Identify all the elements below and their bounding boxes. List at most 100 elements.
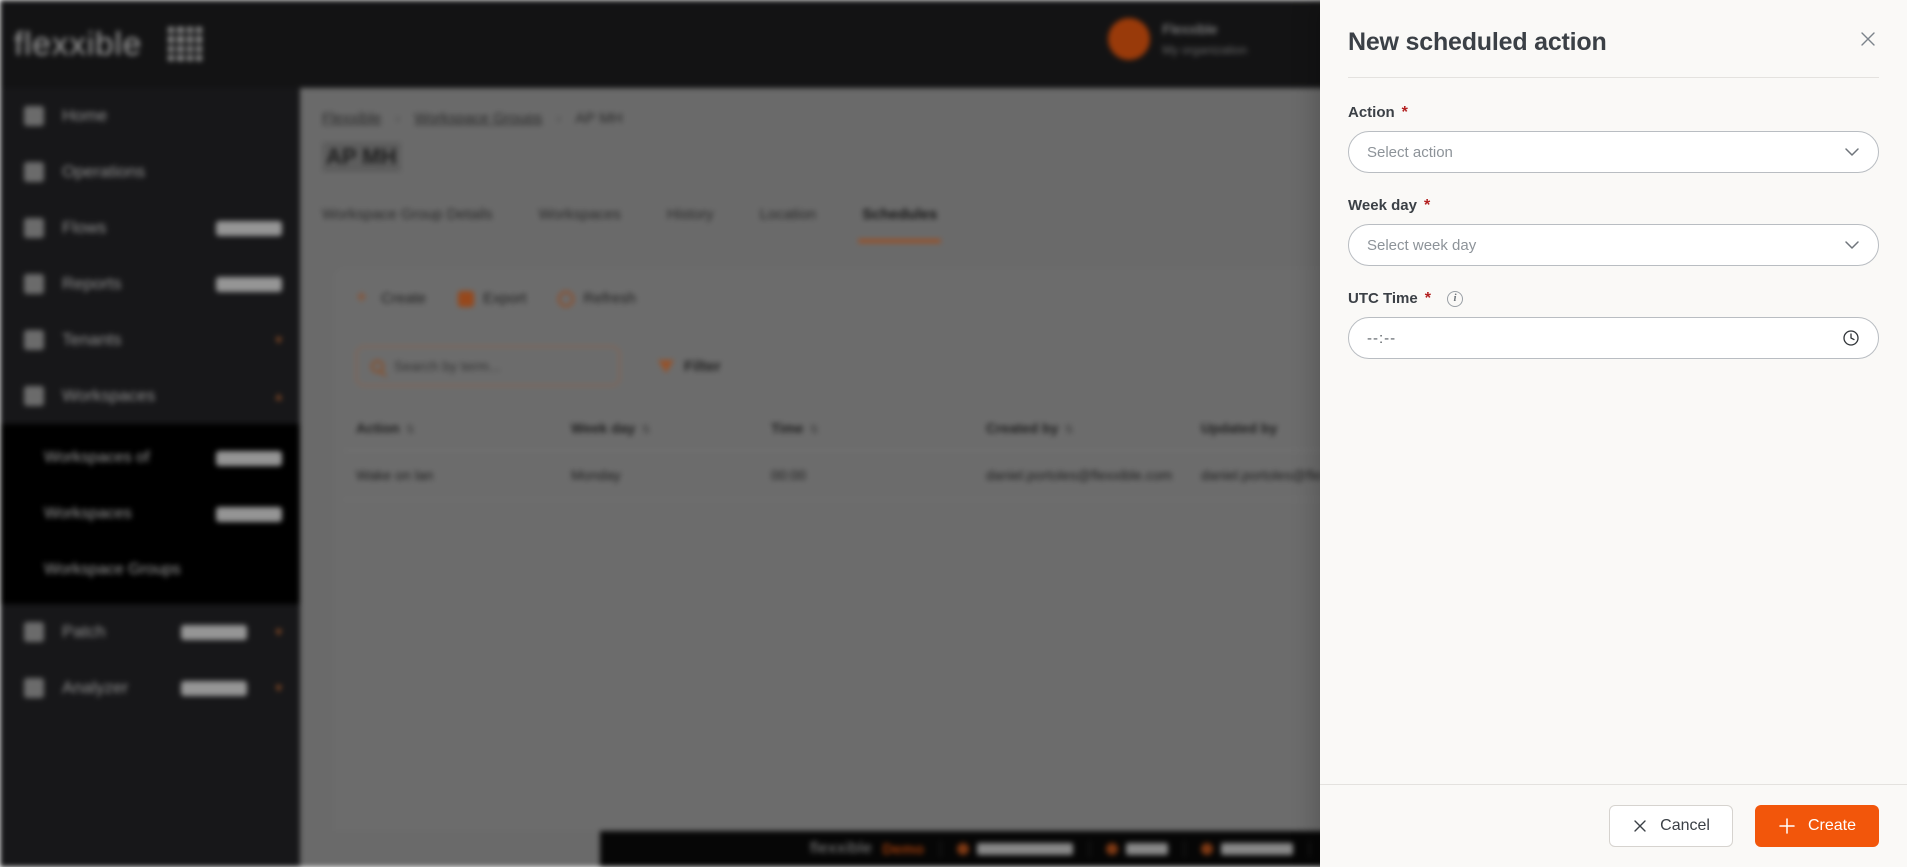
chevron-down-icon bbox=[1844, 145, 1860, 160]
plus-icon bbox=[1778, 817, 1796, 835]
table-row[interactable]: Wake on lan Monday 00:00 daniel.portoles… bbox=[344, 450, 1398, 500]
user-org: My organization bbox=[1162, 43, 1247, 57]
app-logo[interactable]: flexxible bbox=[14, 25, 142, 63]
sidebar-item-home[interactable]: Home bbox=[0, 88, 300, 144]
tab-bar: Workspace Group Details Workspaces Histo… bbox=[322, 206, 942, 243]
refresh-button[interactable]: Refresh bbox=[558, 290, 636, 307]
sidebar-item-workspaces-of[interactable]: Workspaces of bbox=[0, 430, 300, 486]
create-button[interactable]: + Create bbox=[356, 288, 427, 308]
sidebar-item-label: Workspaces bbox=[62, 386, 156, 405]
action-label-text: Action bbox=[1348, 104, 1395, 121]
required-marker: * bbox=[1401, 103, 1408, 121]
sidebar-item-workspace-groups[interactable]: Workspace Groups bbox=[0, 542, 300, 598]
sidebar-item-patch[interactable]: Patch ▾ bbox=[0, 604, 300, 660]
status-icon bbox=[1201, 843, 1213, 855]
cell-created-by: daniel.portoles@flexxible.com bbox=[974, 450, 1189, 500]
user-menu[interactable]: Flexxible My organization bbox=[1108, 18, 1247, 60]
badge bbox=[181, 680, 248, 696]
create-button[interactable]: Create bbox=[1754, 805, 1879, 847]
funnel-icon bbox=[658, 359, 674, 373]
sidebar-item-workspaces-list[interactable]: Workspaces bbox=[0, 486, 300, 542]
sidebar-item-label: Flows bbox=[62, 218, 107, 237]
chevron-down-icon bbox=[1844, 238, 1860, 253]
grid-apps-icon[interactable] bbox=[168, 27, 203, 61]
divider bbox=[1089, 841, 1090, 857]
status-item-0[interactable] bbox=[957, 843, 1073, 855]
tab-workspaces[interactable]: Workspaces bbox=[539, 206, 621, 243]
field-utc-time: UTC Time * i --:-- bbox=[1348, 290, 1879, 359]
status-icon bbox=[1106, 843, 1118, 855]
status-brand: flexxible bbox=[810, 840, 873, 857]
export-button-label: Export bbox=[483, 290, 527, 307]
tenants-icon bbox=[24, 330, 44, 350]
cancel-button[interactable]: Cancel bbox=[1609, 805, 1733, 847]
analyzer-icon bbox=[24, 678, 44, 698]
chevron-down-icon: ▾ bbox=[275, 332, 282, 347]
tab-history[interactable]: History bbox=[667, 206, 714, 243]
utc-time-label: UTC Time * i bbox=[1348, 290, 1879, 307]
reports-icon bbox=[24, 274, 44, 294]
drawer-footer: Cancel Create bbox=[1320, 784, 1907, 867]
sort-icon: ⇅ bbox=[405, 424, 415, 436]
search-placeholder: Search by term... bbox=[394, 358, 501, 374]
divider bbox=[1184, 841, 1185, 857]
drawer-header: New scheduled action bbox=[1320, 0, 1907, 78]
create-button-label: Create bbox=[381, 290, 427, 307]
status-icon bbox=[957, 843, 969, 855]
table-header-row: Action⇅ Week day⇅ Time⇅ Created by⇅ bbox=[344, 408, 1398, 451]
badge bbox=[216, 506, 282, 522]
sort-icon: ⇅ bbox=[809, 424, 819, 436]
filter-button[interactable]: Filter bbox=[658, 358, 721, 375]
status-item-1[interactable] bbox=[1106, 843, 1168, 855]
status-item-label bbox=[1126, 843, 1168, 855]
export-button[interactable]: Export bbox=[458, 290, 526, 307]
column-header-time[interactable]: Time ⇅ bbox=[759, 408, 974, 451]
tab-location[interactable]: Location bbox=[760, 206, 817, 243]
sidebar-item-reports[interactable]: Reports bbox=[0, 256, 300, 312]
drawer-title: New scheduled action bbox=[1348, 28, 1607, 56]
patch-icon bbox=[24, 622, 44, 642]
status-item-2[interactable] bbox=[1201, 843, 1293, 855]
column-header-action[interactable]: Action ⇅ bbox=[344, 408, 559, 451]
status-item-label bbox=[977, 843, 1073, 855]
tab-schedules[interactable]: Schedules bbox=[858, 206, 942, 243]
action-select[interactable]: Select action bbox=[1348, 131, 1879, 173]
badge bbox=[181, 624, 248, 640]
create-button-label: Create bbox=[1807, 817, 1856, 834]
status-item-label bbox=[1221, 843, 1293, 855]
week-day-label-text: Week day bbox=[1348, 197, 1417, 214]
new-scheduled-action-drawer: New scheduled action Action * Select act… bbox=[1320, 0, 1907, 867]
search-input[interactable]: Search by term... bbox=[356, 346, 620, 386]
flows-icon bbox=[24, 218, 44, 238]
breadcrumb: Flexxible › Workspace Groups › AP MH bbox=[322, 110, 623, 127]
clock-icon[interactable] bbox=[1842, 329, 1860, 347]
sidebar-item-flows[interactable]: Flows bbox=[0, 200, 300, 256]
required-marker: * bbox=[1424, 289, 1431, 307]
sidebar-item-label: Patch bbox=[62, 622, 106, 641]
sidebar-item-operations[interactable]: Operations bbox=[0, 144, 300, 200]
breadcrumb-item-1[interactable]: Workspace Groups bbox=[414, 110, 542, 127]
required-marker: * bbox=[1423, 196, 1431, 214]
sidebar-item-workspaces[interactable]: Workspaces ▴ bbox=[0, 368, 300, 424]
column-header-week-day[interactable]: Week day ⇅ bbox=[559, 408, 759, 451]
sidebar-item-tenants[interactable]: Tenants ▾ bbox=[0, 312, 300, 368]
close-icon[interactable] bbox=[1851, 22, 1885, 56]
breadcrumb-item-0[interactable]: Flexxible bbox=[322, 110, 381, 127]
sidebar-submenu-workspaces: Workspaces of Workspaces Workspace Group… bbox=[0, 424, 300, 604]
sort-icon: ⇅ bbox=[641, 424, 651, 436]
info-icon[interactable]: i bbox=[1446, 290, 1463, 307]
chevron-down-icon: ▾ bbox=[275, 680, 282, 695]
utc-time-input[interactable]: --:-- bbox=[1348, 317, 1879, 359]
field-action: Action * Select action bbox=[1348, 104, 1879, 173]
search-row: Search by term... Filter bbox=[356, 346, 721, 386]
sidebar-item-analyzer[interactable]: Analyzer ▾ bbox=[0, 660, 300, 716]
cell-time: 00:00 bbox=[759, 450, 974, 500]
column-header-created-by[interactable]: Created by ⇅ bbox=[974, 408, 1189, 451]
cell-action: Wake on lan bbox=[344, 450, 559, 500]
week-day-select[interactable]: Select week day bbox=[1348, 224, 1879, 266]
schedules-table: Action⇅ Week day⇅ Time⇅ Created by⇅ bbox=[344, 408, 1398, 500]
page-title: AP MH bbox=[322, 142, 401, 172]
divider bbox=[1309, 841, 1310, 857]
tab-workspace-group-details[interactable]: Workspace Group Details bbox=[322, 206, 493, 243]
filter-button-label: Filter bbox=[684, 357, 721, 375]
